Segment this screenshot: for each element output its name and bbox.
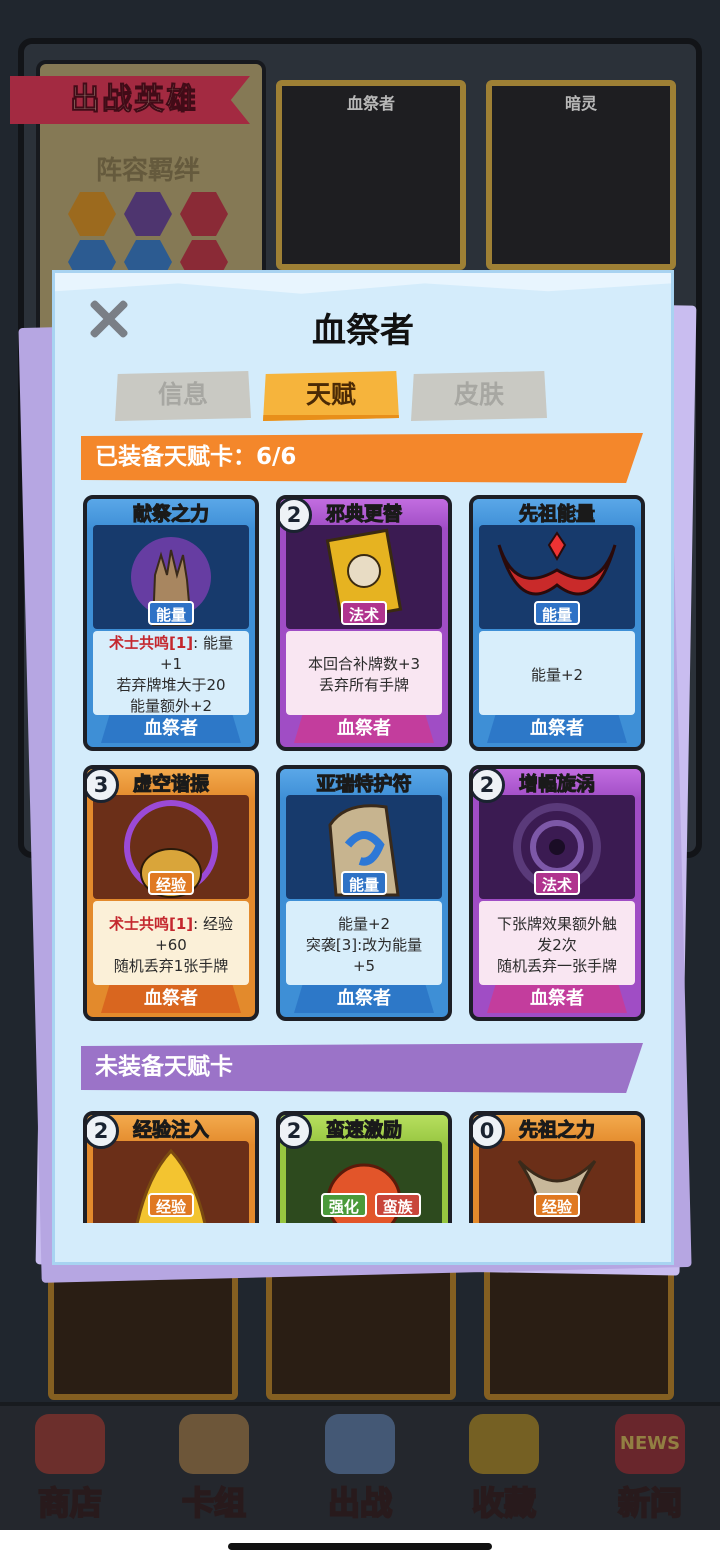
card-desc-line: 发2次 bbox=[537, 935, 577, 954]
card-desc-line: 若弃牌堆大于20 bbox=[116, 676, 226, 694]
card-owner: 血祭者 bbox=[487, 715, 627, 743]
card-type-badge: 能量 bbox=[147, 601, 195, 625]
card-type-badge: 能量 bbox=[533, 601, 581, 625]
card-type-badge: 经验 bbox=[533, 1193, 581, 1217]
talent-card[interactable]: 增幅旋涡 2 法术 下张牌效果额外触 发2次 随机丢弃一张手牌 血祭者 bbox=[469, 765, 645, 1021]
talent-card[interactable]: 蛮速激励 2 强化 蛮族 bbox=[276, 1111, 452, 1223]
card-description: 术士共鸣[1]: 经验 +60 随机丢弃1张手牌 bbox=[93, 901, 249, 985]
card-keyword: 术士共鸣[1] bbox=[109, 914, 194, 933]
card-cost: 2 bbox=[87, 1115, 119, 1149]
talent-card[interactable]: 先祖之力 0 经验 bbox=[469, 1111, 645, 1223]
tab-skin[interactable]: 皮肤 bbox=[411, 371, 547, 421]
card-type-badge: 经验 bbox=[147, 871, 195, 895]
card-desc-line: : 能量 bbox=[193, 634, 233, 652]
card-description: 本回合补牌数+3 丢弃所有手牌 bbox=[286, 631, 442, 715]
dialog-tabs: 信息 天赋 皮肤 bbox=[115, 371, 555, 423]
talent-card[interactable]: 虚空谐振 3 经验 术士共鸣[1]: 经验 +60 随机丢弃1张手牌 血祭者 bbox=[83, 765, 259, 1021]
card-cost: 2 bbox=[280, 1115, 312, 1149]
card-desc-line: +1 bbox=[159, 655, 183, 673]
card-description: 下张牌效果额外触 发2次 随机丢弃一张手牌 bbox=[479, 901, 635, 985]
talent-card[interactable]: 献祭之力 能量 术士共鸣[1]: 能量 +1 若弃牌堆大于20 能量额外+2 血… bbox=[83, 495, 259, 751]
unequipped-card-list[interactable]: 经验注入 2 经验 蛮速激励 2 强化 蛮族 先祖之力 0 经验 bbox=[55, 1103, 671, 1223]
card-cost: 2 bbox=[280, 499, 312, 533]
card-keyword: 术士共鸣[1] bbox=[109, 634, 194, 652]
card-desc-line: 随机丢弃1张手牌 bbox=[113, 956, 229, 975]
card-desc-line: 能量+2 bbox=[530, 665, 584, 684]
card-desc-line: 突袭[3]:改为能量 bbox=[305, 935, 423, 954]
card-desc-line: 能量额外+2 bbox=[129, 697, 213, 715]
home-indicator[interactable] bbox=[228, 1543, 492, 1550]
talent-card[interactable]: 亚瑞特护符 能量 能量+2 突袭[3]:改为能量 +5 血祭者 bbox=[276, 765, 452, 1021]
card-desc-line: 随机丢弃一张手牌 bbox=[496, 956, 617, 975]
system-home-bar bbox=[0, 1530, 720, 1560]
card-type-badge: 法术 bbox=[533, 871, 581, 895]
card-description: 能量+2 bbox=[479, 631, 635, 715]
card-description: 能量+2 突袭[3]:改为能量 +5 bbox=[286, 901, 442, 985]
card-cost: 3 bbox=[87, 769, 119, 803]
card-owner: 血祭者 bbox=[294, 985, 434, 1013]
dialog-title: 血祭者 bbox=[312, 311, 414, 351]
unequipped-talents-header: 未装备天赋卡 bbox=[81, 1043, 643, 1093]
talent-card[interactable]: 经验注入 2 经验 bbox=[83, 1111, 259, 1223]
card-type-badge: 法术 bbox=[340, 601, 388, 625]
card-owner: 血祭者 bbox=[101, 715, 241, 743]
card-type-badge: 能量 bbox=[340, 871, 388, 895]
card-desc-line: : 经验 bbox=[193, 914, 233, 933]
card-owner: 血祭者 bbox=[101, 985, 241, 1013]
card-desc-line: 本回合补牌数+3 bbox=[307, 655, 421, 673]
card-desc-line: 下张牌效果额外触 bbox=[496, 914, 617, 933]
tab-info[interactable]: 信息 bbox=[115, 371, 251, 421]
card-cost: 2 bbox=[473, 769, 505, 803]
card-owner: 血祭者 bbox=[294, 715, 434, 743]
tab-talent[interactable]: 天赋 bbox=[263, 371, 399, 421]
card-cost: 0 bbox=[473, 1115, 505, 1149]
card-description: 术士共鸣[1]: 能量 +1 若弃牌堆大于20 能量额外+2 bbox=[93, 631, 249, 715]
card-desc-line: 丢弃所有手牌 bbox=[318, 676, 409, 694]
card-desc-line: +5 bbox=[352, 956, 376, 975]
equipped-talents-header: 已装备天赋卡：6/6 bbox=[81, 433, 643, 483]
talent-card[interactable]: 邪典更替 2 法术 本回合补牌数+3 丢弃所有手牌 血祭者 bbox=[276, 495, 452, 751]
talent-card[interactable]: 先祖能量 能量 能量+2 血祭者 bbox=[469, 495, 645, 751]
card-desc-line: 能量+2 bbox=[337, 914, 391, 933]
card-type-badge: 蛮族 bbox=[374, 1193, 421, 1217]
card-desc-line: +60 bbox=[155, 935, 187, 954]
dialog-top-edge bbox=[55, 273, 671, 294]
card-type-badge: 强化 bbox=[320, 1193, 367, 1217]
card-owner: 血祭者 bbox=[487, 985, 627, 1013]
dialog-bottom-edge bbox=[55, 1223, 671, 1262]
card-type-badge: 经验 bbox=[147, 1193, 195, 1217]
hero-talent-dialog: 血祭者 信息 天赋 皮肤 已装备天赋卡：6/6 献祭之力 能量 术士共鸣[1]:… bbox=[52, 270, 674, 1265]
